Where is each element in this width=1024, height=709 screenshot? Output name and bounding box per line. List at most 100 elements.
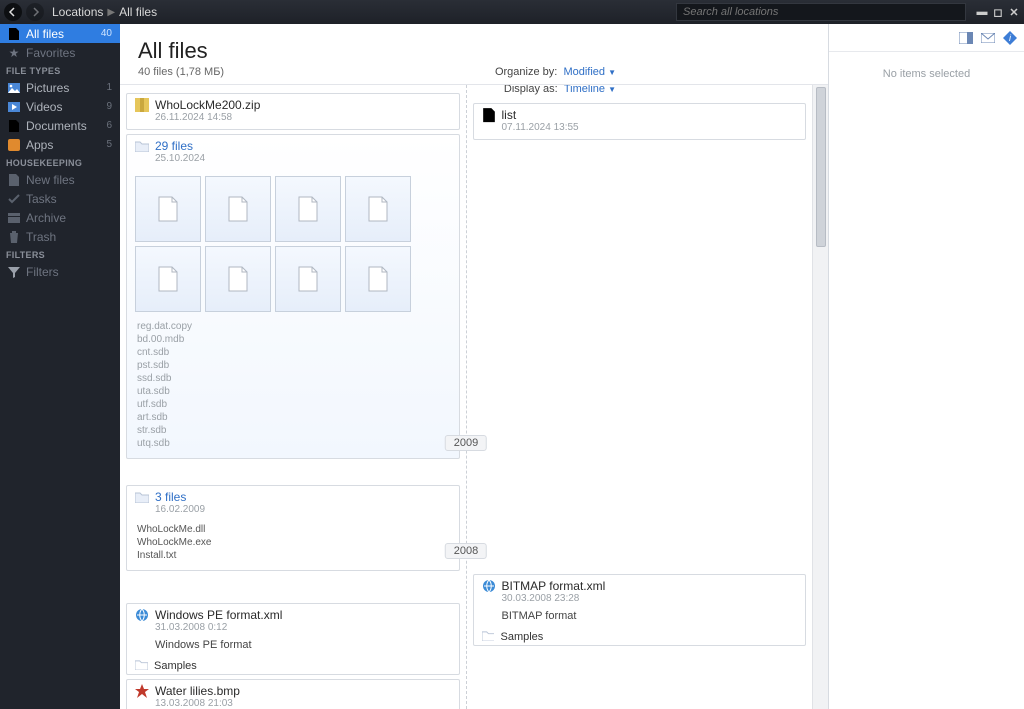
preview-tool-icon[interactable] [958, 30, 974, 46]
sidebar-item-archive[interactable]: Archive [0, 208, 120, 227]
xml-icon [482, 579, 496, 593]
sidebar-label: Archive [26, 211, 66, 225]
card-text: BITMAP format [474, 610, 806, 628]
sidebar-item-allfiles[interactable]: All files 40 [0, 24, 120, 43]
newfile-icon [8, 174, 20, 186]
card-date: 30.03.2008 23:28 [474, 593, 806, 610]
card-title[interactable]: 3 files [155, 490, 186, 504]
page-subtitle: 40 files (1,78 MБ) [138, 66, 810, 78]
apps-icon [8, 139, 20, 151]
file-list: WhoLockMe.dllWhoLockMe.exeInstall.txt [127, 521, 459, 570]
file-thumbnail[interactable] [345, 246, 411, 312]
folder-icon [135, 490, 149, 504]
card-date: 07.11.2024 13:55 [474, 122, 806, 139]
search-input[interactable] [676, 3, 966, 21]
card-title: Water lilies.bmp [155, 684, 240, 698]
timeline-card[interactable]: BITMAP format.xml 30.03.2008 23:28 BITMA… [473, 574, 807, 646]
timeline-card[interactable]: Water lilies.bmp 13.03.2008 21:03 Sample… [126, 679, 460, 709]
sidebar-label: Apps [26, 138, 53, 152]
year-pill: 2008 [445, 543, 487, 559]
sidebar-heading-housekeeping: HOUSEKEEPING [0, 154, 120, 170]
sidebar-label: Pictures [26, 81, 69, 95]
window-close-button[interactable]: ✕ [1006, 5, 1022, 19]
scrollbar-thumb[interactable] [816, 87, 826, 247]
sidebar-label: Tasks [26, 192, 57, 206]
sidebar-label: Documents [26, 119, 87, 133]
timeline-card-group[interactable]: 29 files 25.10.2024 reg.dat.copybd.00.md… [126, 134, 460, 459]
window-minimize-button[interactable]: ▬ [974, 5, 990, 19]
sidebar-item-newfiles[interactable]: New files [0, 170, 120, 189]
page-icon [8, 28, 20, 40]
card-date: 13.03.2008 21:03 [127, 698, 459, 709]
file-thumbnail[interactable] [135, 176, 201, 242]
folder-name[interactable]: Samples [154, 660, 197, 672]
sidebar: All files 40 ★ Favorites FILE TYPES Pict… [0, 24, 120, 709]
sidebar-item-apps[interactable]: Apps 5 [0, 135, 120, 154]
card-title: BITMAP format.xml [502, 579, 606, 593]
sidebar-badge: 5 [106, 139, 112, 150]
sidebar-item-trash[interactable]: Trash [0, 227, 120, 246]
card-title: list [502, 108, 517, 122]
sidebar-item-documents[interactable]: Documents 6 [0, 116, 120, 135]
file-icon [482, 108, 496, 122]
chevron-right-icon: ▶ [107, 7, 115, 18]
sidebar-item-videos[interactable]: Videos 9 [0, 97, 120, 116]
window-maximize-button[interactable]: ◻ [990, 5, 1006, 19]
zip-icon [135, 98, 149, 112]
star-icon: ★ [8, 47, 20, 59]
video-icon [8, 101, 20, 113]
mail-tool-icon[interactable] [980, 30, 996, 46]
card-date: 31.03.2008 0:12 [127, 622, 459, 639]
sidebar-label: Videos [26, 100, 62, 114]
sidebar-badge: 40 [101, 28, 112, 39]
organize-dropdown[interactable]: Modified ▼ [563, 66, 616, 78]
file-thumbnail[interactable] [205, 246, 271, 312]
xml-icon [135, 608, 149, 622]
sidebar-label: Trash [26, 230, 56, 244]
sidebar-badge: 1 [106, 82, 112, 93]
sidebar-badge: 6 [106, 120, 112, 131]
year-pill: 2009 [445, 435, 487, 451]
info-tool-icon[interactable]: i [1002, 30, 1018, 46]
sidebar-label: New files [26, 173, 75, 187]
sidebar-item-filters[interactable]: Filters [0, 262, 120, 281]
file-thumbnail[interactable] [345, 176, 411, 242]
folder-icon [482, 630, 495, 643]
info-no-selection: No items selected [829, 52, 1024, 96]
card-text: Windows PE format [127, 639, 459, 657]
card-title[interactable]: 29 files [155, 139, 193, 153]
timeline-card-group[interactable]: 3 files 16.02.2009 WhoLockMe.dllWhoLockM… [126, 485, 460, 571]
chevron-down-icon: ▼ [608, 68, 616, 77]
sidebar-label: Filters [26, 265, 59, 279]
card-date: 26.11.2024 14:58 [127, 112, 459, 129]
bmp-icon [135, 684, 149, 698]
page-title: All files [138, 38, 810, 64]
file-thumbnail[interactable] [205, 176, 271, 242]
sidebar-item-pictures[interactable]: Pictures 1 [0, 78, 120, 97]
file-thumbnail[interactable] [135, 246, 201, 312]
breadcrumb[interactable]: Locations ▶ All files [52, 5, 157, 19]
sidebar-badge: 9 [106, 101, 112, 112]
archive-icon [8, 212, 20, 224]
sidebar-item-favorites[interactable]: ★ Favorites [0, 43, 120, 62]
crumb-locations[interactable]: Locations [52, 5, 103, 19]
nav-forward-button[interactable] [26, 3, 44, 21]
sidebar-heading-filetypes: FILE TYPES [0, 62, 120, 78]
folder-name[interactable]: Samples [501, 631, 544, 643]
sidebar-item-tasks[interactable]: Tasks [0, 189, 120, 208]
timeline-card[interactable]: list 07.11.2024 13:55 [473, 103, 807, 140]
scrollbar[interactable] [812, 85, 828, 709]
timeline-card[interactable]: Windows PE format.xml 31.03.2008 0:12 Wi… [126, 603, 460, 675]
filter-icon [8, 266, 20, 278]
thumbnail-grid [127, 170, 459, 318]
file-thumbnail[interactable] [275, 176, 341, 242]
crumb-allfiles[interactable]: All files [119, 5, 157, 19]
timeline-card[interactable]: WhoLockMe200.zip 26.11.2024 14:58 [126, 93, 460, 130]
file-thumbnail[interactable] [275, 246, 341, 312]
trash-icon [8, 231, 20, 243]
nav-back-button[interactable] [4, 3, 22, 21]
folder-icon [135, 659, 148, 672]
document-icon [8, 120, 20, 132]
sidebar-label: All files [26, 27, 64, 41]
file-list: reg.dat.copybd.00.mdbcnt.sdbpst.sdbssd.s… [127, 318, 459, 458]
